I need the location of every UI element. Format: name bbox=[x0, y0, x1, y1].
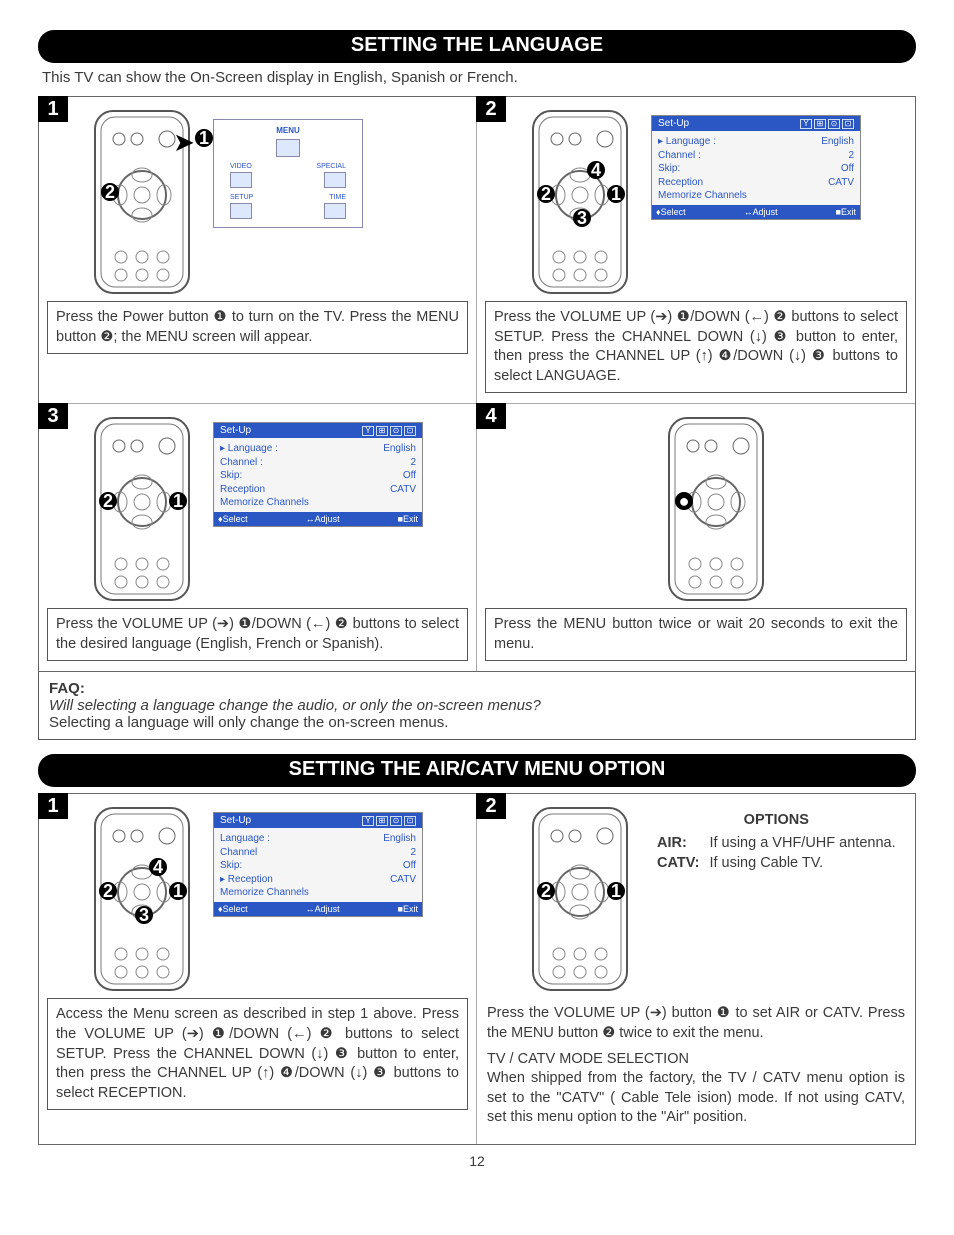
step-caption: Press the VOLUME UP (➔) ❶/DOWN (←) ❷ but… bbox=[47, 608, 468, 661]
step-number: 1 bbox=[38, 793, 68, 819]
menu-screen-diagram: MENU VIDEOSPECIAL SETUPTIME bbox=[213, 119, 363, 228]
remote-illustration: 2 1 bbox=[525, 802, 635, 992]
section-title-language: SETTING THE LANGUAGE bbox=[38, 30, 916, 63]
step-caption: Press the VOLUME UP (➔) ❶/DOWN (←) ❷ but… bbox=[485, 301, 907, 393]
step-4: 4 ● Press the MENU button twice or wait … bbox=[477, 404, 915, 671]
step-1: 1 4 2 1 3 Set-Up bbox=[39, 794, 477, 1143]
step-2: 2 4 2 1 3 Set-Up bbox=[477, 97, 915, 404]
step-1: 1 bbox=[39, 97, 477, 404]
callout-3-icon: 3 bbox=[573, 209, 591, 227]
step-caption: Press the MENU button twice or wait 20 s… bbox=[485, 608, 907, 661]
subsection-heading: TV / CATV MODE SELECTION bbox=[487, 1050, 905, 1070]
step-number: 2 bbox=[476, 96, 506, 122]
remote-illustration: 4 2 1 3 bbox=[87, 802, 197, 992]
aircatv-steps-grid: 1 4 2 1 3 Set-Up bbox=[38, 793, 916, 1144]
step-number: 3 bbox=[38, 403, 68, 429]
step-caption: Press the VOLUME UP (➔) button ❶ to set … bbox=[485, 998, 907, 1133]
osd-setup-menu: Set-Up Y⊞⊙⊡ Language :English Channel2 S… bbox=[213, 812, 423, 917]
callout-1-icon: 1 bbox=[607, 185, 625, 203]
callout-1-icon: 1 bbox=[195, 129, 213, 147]
options-box: OPTIONS AIR:If using a VHF/UHF antenna. … bbox=[651, 812, 902, 874]
callout-2-icon: 2 bbox=[101, 183, 119, 201]
step-number: 4 bbox=[476, 403, 506, 429]
osd-setup-menu: Set-Up Y⊞⊙⊡ ▸ Language :English Channel … bbox=[213, 422, 423, 527]
callout-2-icon: 2 bbox=[537, 185, 555, 203]
step-number: 2 bbox=[476, 793, 506, 819]
remote-illustration: ● bbox=[661, 412, 771, 602]
remote-illustration: 2 1 bbox=[87, 412, 197, 602]
faq-box: FAQ: Will selecting a language change th… bbox=[38, 672, 916, 740]
section-title-aircatv: SETTING THE AIR/CATV MENU OPTION bbox=[38, 754, 916, 787]
page-number: 12 bbox=[38, 1153, 916, 1169]
faq-question: Will selecting a language change the aud… bbox=[49, 697, 541, 714]
callout-4-icon: 4 bbox=[587, 161, 605, 179]
osd-setup-menu: Set-Up Y⊞⊙⊡ ▸ Language :English Channel … bbox=[651, 115, 861, 220]
step-3: 3 2 1 Set-Up Y⊞⊙⊡ bbox=[39, 404, 477, 671]
faq-answer: Selecting a language will only change th… bbox=[49, 714, 448, 731]
language-steps-grid: 1 bbox=[38, 96, 916, 672]
step-2: 2 2 1 OPTIONS bbox=[477, 794, 915, 1143]
step-number: 1 bbox=[38, 96, 68, 122]
step-caption: Press the Power button ❶ to turn on the … bbox=[47, 301, 468, 354]
remote-illustration: ➤ 1 2 bbox=[87, 105, 197, 295]
osd-tab-icons: Y⊞⊙⊡ bbox=[800, 119, 854, 129]
remote-illustration: 4 2 1 3 bbox=[525, 105, 635, 295]
intro-text: This TV can show the On-Screen display i… bbox=[42, 69, 916, 86]
arrow-icon: ➤ bbox=[173, 127, 195, 158]
step-caption: Access the Menu screen as described in s… bbox=[47, 998, 468, 1110]
faq-label: FAQ: bbox=[49, 680, 85, 697]
